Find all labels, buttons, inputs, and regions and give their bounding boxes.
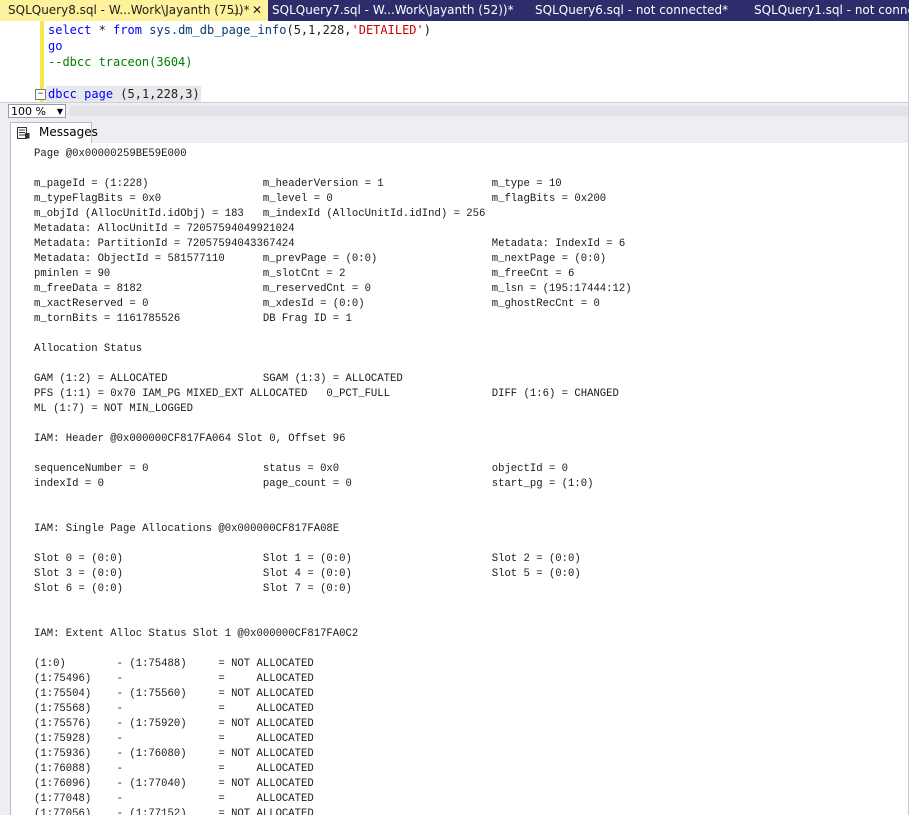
tab-title: SQLQuery6.sql - not connected* (535, 3, 729, 17)
message-line: (1:76088) - = ALLOCATED (34, 763, 314, 775)
closing-paren: ) (423, 23, 431, 37)
collapse-icon[interactable]: − (35, 89, 46, 100)
message-line: IAM: Extent Alloc Status Slot 1 @0x00000… (34, 628, 359, 640)
message-line: m_xactReserved = 0 m_xdesId = (0:0) m_gh… (34, 298, 600, 310)
editor-zoom-bar: 100 % ▼ (0, 102, 909, 120)
message-line: (1:76096) - (1:77040) = NOT ALLOCATED (34, 778, 314, 790)
arguments: (5,1,228,3) (113, 87, 200, 101)
query-editor[interactable]: select * from sys.dm_db_page_info(5,1,22… (0, 21, 909, 102)
tab-sqlquery7[interactable]: SQLQuery7.sql - W...Work\Jayanth (52))* (272, 0, 520, 21)
string-literal: 'DETAILED' (351, 23, 424, 37)
operator: * (91, 23, 114, 37)
function-name: sys.dm_db_page_info (149, 23, 287, 37)
tab-messages[interactable]: Messages (10, 122, 98, 143)
message-line: IAM: Header @0x000000CF817FA064 Slot 0, … (34, 433, 346, 445)
message-line: (1:75928) - = ALLOCATED (34, 733, 314, 745)
message-line: indexId = 0 page_count = 0 start_pg = (1… (34, 478, 594, 490)
message-line: pminlen = 90 m_slotCnt = 2 m_freeCnt = 6 (34, 268, 575, 280)
zoom-value: 100 % (11, 105, 46, 118)
message-line: (1:0) - (1:75488) = NOT ALLOCATED (34, 658, 314, 670)
keyword: dbcc (48, 87, 77, 101)
zoom-dropdown[interactable]: 100 % ▼ (8, 104, 66, 118)
code-line-1: select * from sys.dm_db_page_info(5,1,22… (48, 22, 431, 38)
chevron-down-icon: ▼ (56, 107, 63, 116)
message-line: (1:75504) - (1:75560) = NOT ALLOCATED (34, 688, 314, 700)
editor-gutter (0, 21, 32, 102)
horizontal-scrollbar[interactable] (70, 106, 909, 116)
arguments: (5,1,228, (286, 23, 352, 37)
document-tab-strip: SQLQuery8.sql - W...Work\Jayanth (75))* … (0, 0, 909, 21)
message-line: m_objId (AllocUnitId.idObj) = 183 m_inde… (34, 208, 486, 220)
message-line: ML (1:7) = NOT MIN_LOGGED (34, 403, 193, 415)
message-line: (1:77048) - = ALLOCATED (34, 793, 314, 805)
tab-label: Messages (39, 125, 98, 139)
message-line: Page @0x00000259BE59E000 (34, 148, 187, 160)
message-line: m_freeData = 8182 m_reservedCnt = 0 m_ls… (34, 283, 632, 295)
message-line: m_typeFlagBits = 0x0 m_level = 0 m_flagB… (34, 193, 607, 205)
code-line-5: dbcc page (5,1,228,3) (48, 86, 200, 102)
messages-panel[interactable]: Page @0x00000259BE59E000 m_pageId = (1:2… (10, 143, 909, 815)
message-line: m_tornBits = 1161785526 DB Frag ID = 1 (34, 313, 352, 325)
close-icon[interactable]: ✕ (252, 0, 262, 21)
message-line: PFS (1:1) = 0x70 IAM_PG MIXED_EXT ALLOCA… (34, 388, 619, 400)
results-tab-bar: Messages (0, 120, 909, 144)
tab-sqlquery6[interactable]: SQLQuery6.sql - not connected* (535, 0, 745, 21)
keyword: go (48, 39, 63, 53)
message-line: m_pageId = (1:228) m_headerVersion = 1 m… (34, 178, 562, 190)
keyword: select (48, 23, 92, 37)
message-line: (1:77056) - (1:77152) = NOT ALLOCATED (34, 808, 314, 815)
message-line: (1:75576) - (1:75920) = NOT ALLOCATED (34, 718, 314, 730)
message-line: Metadata: ObjectId = 581577110 m_prevPag… (34, 253, 607, 265)
tab-title: SQLQuery7.sql - W...Work\Jayanth (52))* (272, 3, 514, 17)
keyword: from (113, 23, 142, 37)
tab-sqlquery8[interactable]: SQLQuery8.sql - W...Work\Jayanth (75))* … (0, 0, 268, 21)
tab-sqlquery1[interactable]: SQLQuery1.sql - not connected (754, 0, 909, 21)
message-line: IAM: Single Page Allocations @0x000000CF… (34, 523, 340, 535)
tab-title: SQLQuery1.sql - not connected (754, 3, 909, 17)
message-line: Metadata: PartitionId = 7205759404336742… (34, 238, 626, 250)
message-line: sequenceNumber = 0 status = 0x0 objectId… (34, 463, 569, 475)
message-line: (1:75568) - = ALLOCATED (34, 703, 314, 715)
comment: --dbcc traceon(3604) (48, 55, 193, 69)
message-line: Slot 0 = (0:0) Slot 1 = (0:0) Slot 2 = (… (34, 553, 581, 565)
tab-title: SQLQuery8.sql - W...Work\Jayanth (75))* (8, 3, 250, 17)
message-line: Slot 6 = (0:0) Slot 7 = (0:0) (34, 583, 352, 595)
messages-icon (17, 127, 30, 139)
pin-icon[interactable]: ⊥ (232, 0, 242, 21)
message-line: (1:75496) - = ALLOCATED (34, 673, 314, 685)
code-line-2: go (48, 38, 62, 54)
code-line-3: --dbcc traceon(3604) (48, 54, 193, 70)
message-line: Metadata: AllocUnitId = 7205759404992102… (34, 223, 295, 235)
message-line: GAM (1:2) = ALLOCATED SGAM (1:3) = ALLOC… (34, 373, 403, 385)
message-line: Slot 3 = (0:0) Slot 4 = (0:0) Slot 5 = (… (34, 568, 581, 580)
messages-output: Page @0x00000259BE59E000 m_pageId = (1:2… (34, 147, 632, 815)
message-line: Allocation Status (34, 343, 143, 355)
keyword: page (84, 87, 114, 101)
message-line: (1:75936) - (1:76080) = NOT ALLOCATED (34, 748, 314, 760)
